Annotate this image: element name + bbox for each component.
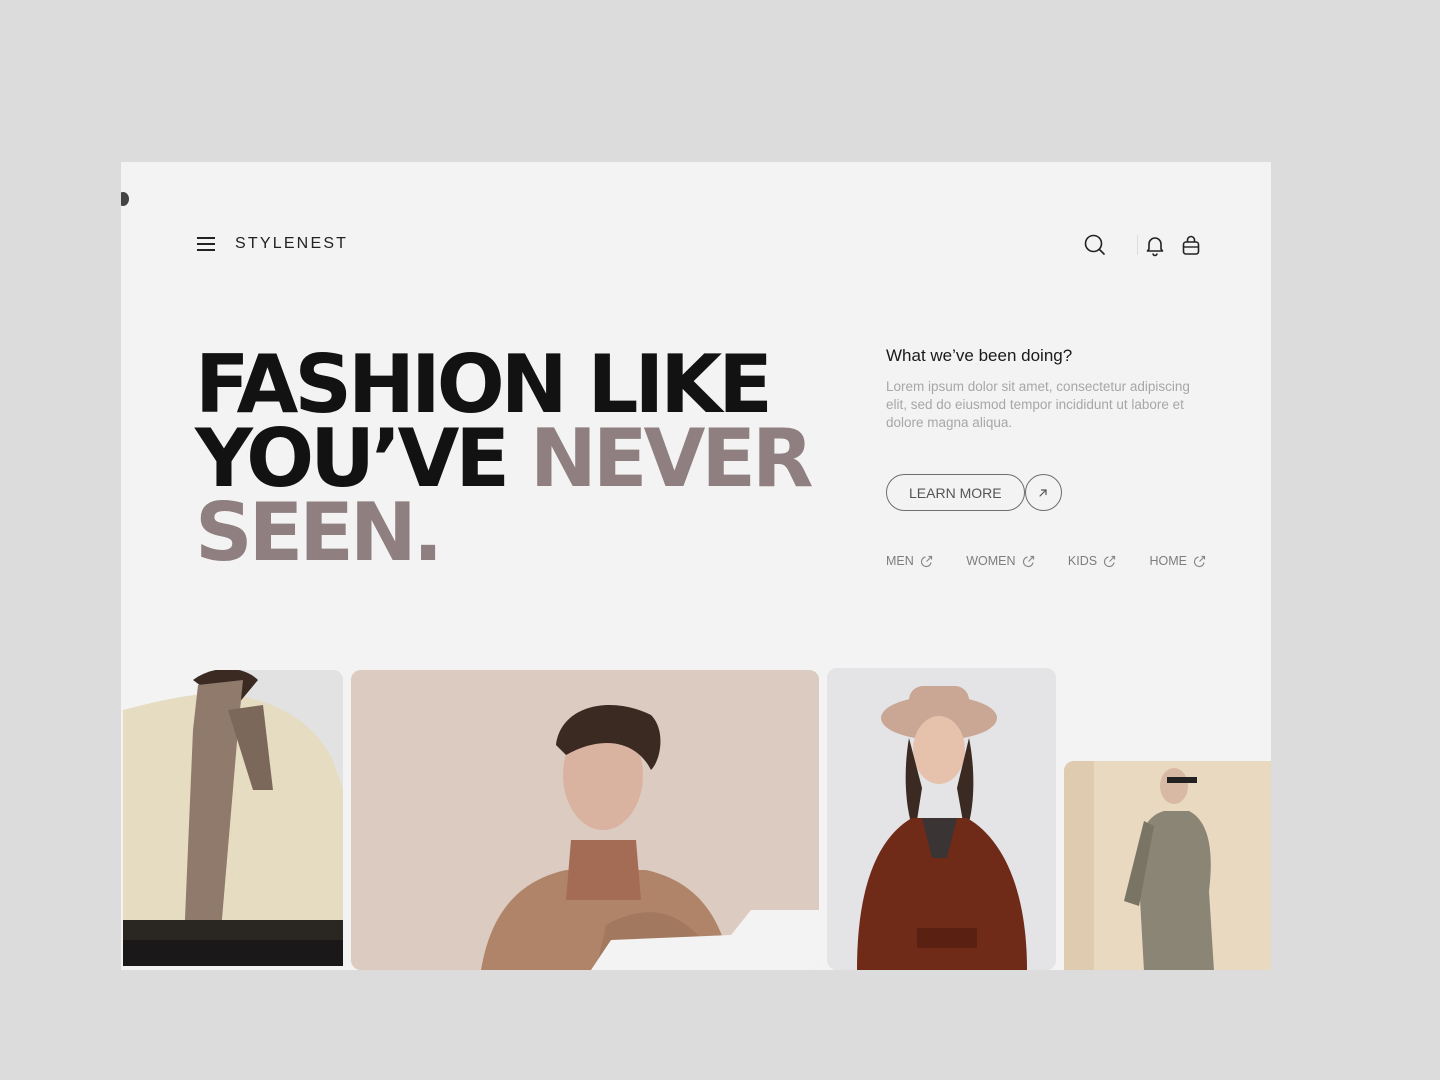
nav-actions [1083, 232, 1203, 258]
learn-more-group: LEARN MORE [886, 474, 1062, 511]
gallery-photo-sweater[interactable] [123, 670, 343, 966]
category-link-men[interactable]: MEN [886, 554, 933, 568]
side-title: What we’ve been doing? [886, 346, 1073, 365]
headline-line-1: FASHION LIKE [195, 338, 773, 431]
gallery-photo-turtleneck[interactable] [351, 670, 819, 970]
category-label: HOME [1149, 554, 1188, 568]
category-label: MEN [886, 554, 914, 568]
side-description: Lorem ipsum dolor sit amet, consectetur … [886, 379, 1190, 430]
category-label: KIDS [1067, 554, 1098, 568]
top-nav: STYLENEST [197, 232, 1203, 258]
landing-page: STYLENEST FASHION LIKE YOU’VE NEVER SEEN… [121, 162, 1271, 970]
shopping-bag-icon[interactable] [1179, 233, 1203, 257]
learn-more-button[interactable]: LEARN MORE [886, 474, 1025, 511]
external-link-icon [1022, 555, 1034, 567]
brand-logo[interactable]: STYLENEST [235, 235, 348, 253]
category-link-home[interactable]: HOME [1150, 554, 1207, 568]
gallery-photo-hat[interactable] [827, 668, 1056, 970]
headline-line-2-accent: NEVER [529, 412, 814, 505]
external-link-icon [1103, 555, 1116, 567]
category-label: WOMEN [966, 554, 1016, 568]
headline-line-2: YOU’VE NEVER [195, 419, 814, 499]
arrow-up-right-icon[interactable] [1024, 474, 1062, 511]
category-link-women[interactable]: WOMEN [966, 554, 1034, 568]
side-panel: What we’ve been doing? Lorem ipsum dolor… [886, 346, 1206, 568]
bell-icon[interactable] [1143, 233, 1167, 257]
cursor-dot [121, 192, 129, 206]
menu-icon[interactable] [197, 237, 215, 251]
gallery-photo-suit[interactable] [1064, 761, 1271, 970]
hero-headline: FASHION LIKE YOU’VE NEVER SEEN. [195, 338, 814, 579]
category-link-kids[interactable]: KIDS [1068, 554, 1116, 568]
search-icon[interactable] [1083, 233, 1107, 257]
external-link-icon [920, 555, 932, 567]
external-link-icon [1193, 555, 1206, 567]
nav-divider [1137, 235, 1138, 255]
category-links: MEN WOMEN KIDS HOME [886, 554, 1206, 568]
headline-line-3: SEEN. [195, 486, 443, 579]
